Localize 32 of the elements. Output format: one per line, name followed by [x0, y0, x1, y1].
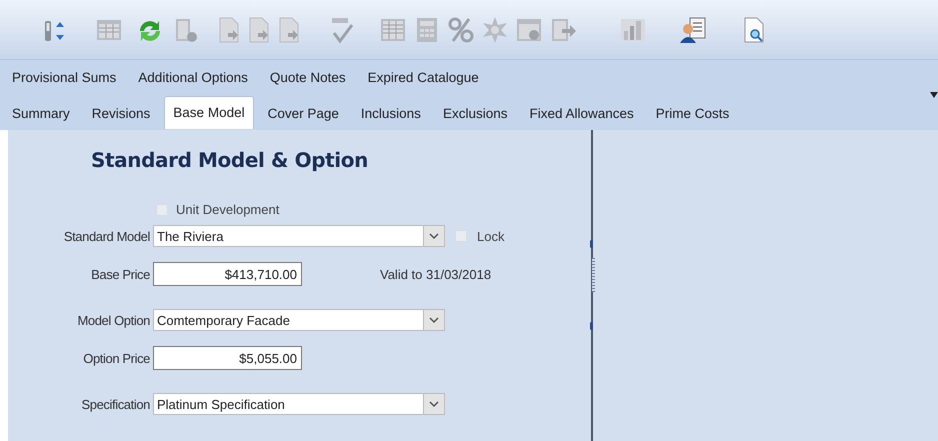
dropdown-field[interactable]: Comtemporary Facade [153, 309, 445, 331]
tab[interactable]: Fixed Allowances [521, 100, 642, 129]
tab[interactable]: Inclusions [352, 100, 429, 129]
price-field[interactable]: $5,055.00 [153, 346, 302, 370]
chevron-down-icon[interactable] [423, 394, 444, 414]
price-field[interactable]: $413,710.00 [153, 262, 302, 286]
field-label: Specification [80, 396, 151, 412]
dropdown-field[interactable]: Platinum Specification [153, 393, 445, 415]
tab[interactable]: Provisional Sums [4, 64, 124, 93]
chevron-down-icon[interactable] [423, 310, 444, 330]
section-title: Standard Model & Option [91, 148, 369, 172]
checkbox-label: Unit Development [176, 202, 280, 217]
checkbox-label: Lock [477, 228, 504, 244]
dropdown-arrow-icon[interactable] [930, 92, 938, 98]
field-label: Option Price [82, 350, 151, 366]
tab[interactable]: Summary [4, 100, 78, 129]
field-label: Standard Model [62, 228, 151, 244]
tab[interactable]: Revisions [84, 100, 158, 129]
tab[interactable]: Exclusions [434, 100, 516, 129]
tab[interactable]: Prime Costs [648, 100, 738, 129]
tab[interactable]: Expired Catalogue [360, 64, 487, 93]
field-label: Base Price [90, 266, 151, 282]
field-label: Model Option [76, 312, 151, 328]
validity-note: Valid to 31/03/2018 [380, 266, 492, 282]
tab[interactable]: Base Model [164, 96, 254, 129]
tab[interactable]: Additional Options [130, 64, 256, 93]
splitter[interactable] [591, 130, 599, 441]
tab[interactable]: Quote Notes [262, 64, 354, 93]
dropdown-field[interactable]: The Riviera [153, 225, 445, 247]
tab[interactable]: Cover Page [260, 100, 347, 129]
person-document-icon[interactable] [678, 14, 708, 44]
chevron-down-icon[interactable] [423, 226, 444, 246]
